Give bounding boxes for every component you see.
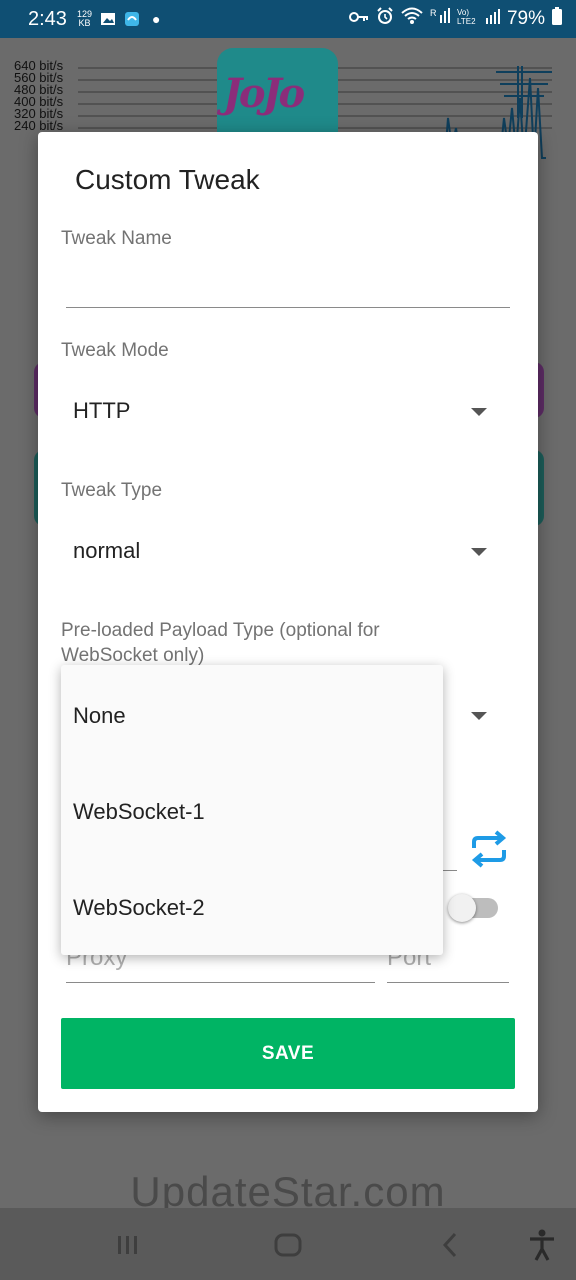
field-underline xyxy=(443,870,457,871)
tweak-name-input[interactable] xyxy=(66,262,510,308)
payload-type-label: Pre-loaded Payload Type (optional for We… xyxy=(61,620,380,666)
tweak-type-value: normal xyxy=(73,538,141,563)
tweak-name-label: Tweak Name xyxy=(61,228,172,249)
tweak-mode-label: Tweak Mode xyxy=(61,340,169,361)
option-label: None xyxy=(73,703,126,728)
dot-icon: ● xyxy=(151,11,161,27)
toggle-knob xyxy=(448,894,476,922)
wifi-icon xyxy=(401,7,423,31)
accessibility-icon xyxy=(530,1229,554,1261)
back-icon xyxy=(442,1232,457,1258)
tweak-mode-select[interactable]: HTTP xyxy=(61,382,515,442)
net-speed: 129 KB xyxy=(77,10,92,28)
home-button[interactable] xyxy=(268,1228,308,1262)
proxy-toggle[interactable] xyxy=(448,894,500,922)
tweak-name-underline xyxy=(66,307,510,308)
repeat-icon xyxy=(471,830,507,868)
save-button[interactable]: SAVE xyxy=(61,1018,515,1089)
svg-text:Vo): Vo) xyxy=(457,8,469,17)
custom-tweak-dialog: Custom Tweak Tweak Name Tweak Mode HTTP … xyxy=(38,132,538,1112)
port-underline xyxy=(387,982,509,983)
alarm-icon xyxy=(376,7,394,31)
back-button[interactable] xyxy=(430,1228,470,1262)
status-time: 2:43 xyxy=(28,7,67,30)
payload-dropdown-menu: None WebSocket-1 WebSocket-2 xyxy=(61,665,443,955)
navigation-bar xyxy=(0,1208,576,1280)
key-icon xyxy=(348,8,369,30)
tweak-mode-value: HTTP xyxy=(73,398,131,423)
chevron-down-icon xyxy=(471,712,487,720)
app-icon xyxy=(124,11,140,27)
volte-icon: Vo) LTE2 xyxy=(457,7,479,31)
home-icon xyxy=(274,1233,302,1257)
chevron-down-icon xyxy=(471,408,487,416)
proxy-underline xyxy=(66,982,375,983)
recent-apps-icon xyxy=(118,1236,137,1254)
signal-bars-icon xyxy=(485,8,500,30)
app-logo-text: JoJo xyxy=(223,70,305,117)
option-label: WebSocket-1 xyxy=(73,799,205,824)
svg-text:LTE2: LTE2 xyxy=(457,17,476,25)
accessibility-button[interactable] xyxy=(522,1228,562,1262)
tweak-type-label: Tweak Type xyxy=(61,480,163,501)
signal-icon: R xyxy=(430,7,450,31)
tweak-type-select[interactable]: normal xyxy=(61,522,515,582)
chevron-down-icon xyxy=(471,548,487,556)
refresh-button[interactable] xyxy=(468,828,510,870)
battery-percent: 79% xyxy=(506,8,545,29)
svg-text:R: R xyxy=(430,8,437,18)
status-bar: 2:43 129 KB ● R Vo) LTE2 79% xyxy=(0,0,576,38)
battery-icon xyxy=(552,7,562,31)
dropdown-option[interactable]: WebSocket-1 xyxy=(61,761,443,857)
option-label: WebSocket-2 xyxy=(73,895,205,920)
net-speed-unit: KB xyxy=(78,18,91,28)
dropdown-option[interactable]: WebSocket-2 xyxy=(61,857,443,953)
gallery-icon xyxy=(100,11,116,27)
dropdown-option[interactable]: None xyxy=(61,665,443,761)
recent-apps-button[interactable] xyxy=(108,1228,148,1262)
dialog-title: Custom Tweak xyxy=(75,164,260,195)
